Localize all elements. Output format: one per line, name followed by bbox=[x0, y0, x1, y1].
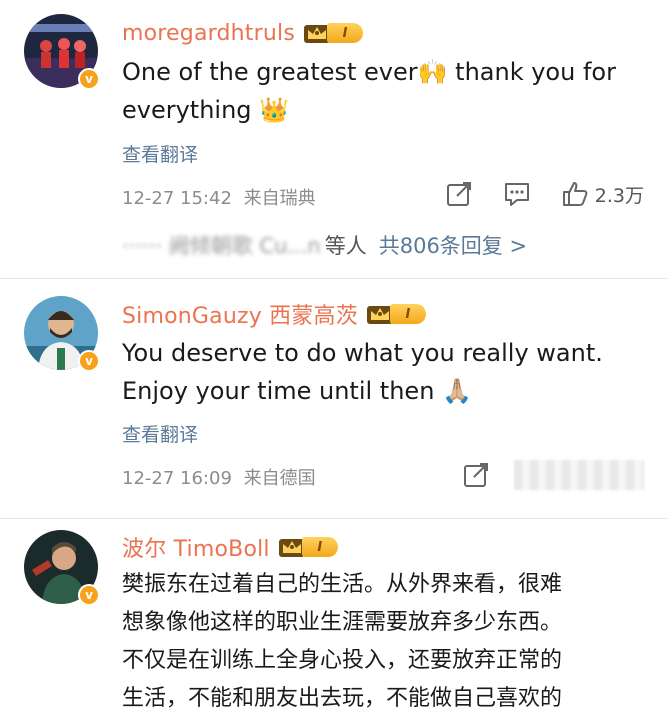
blurred-actions bbox=[514, 460, 644, 490]
share-icon[interactable] bbox=[462, 461, 490, 489]
comment-icon[interactable] bbox=[503, 180, 531, 208]
vip-level: I bbox=[301, 537, 338, 557]
comment-text-line: 想象像他这样的职业生涯需要放弃多少东西。 bbox=[122, 610, 563, 635]
username[interactable]: SimonGauzy 西蒙高茨 bbox=[122, 298, 358, 330]
comment-text: 樊振东在过着自己的生活。从外界来看，很难 想象像他这样的职业生涯需要放弃多少东西… bbox=[122, 566, 652, 716]
comment-text: You deserve to do what you really want. … bbox=[122, 334, 652, 410]
like-count: 2.3万 bbox=[594, 184, 644, 207]
comment-text-line: 生活，不能和朋友出去玩，不能做自己喜欢的 bbox=[122, 686, 563, 711]
timestamp: 12-27 16:09 bbox=[122, 468, 232, 489]
divider bbox=[0, 278, 668, 279]
like-icon[interactable] bbox=[561, 180, 589, 208]
vip-badge[interactable]: I bbox=[278, 535, 338, 559]
reply-user-names[interactable]: ······ 阙倾朝歌 Cu...n bbox=[122, 230, 321, 260]
vip-badge[interactable]: I bbox=[366, 302, 426, 326]
username[interactable]: 波尔 TimoBoll bbox=[122, 531, 270, 563]
comment-text-line: 不仅是在训练上全身心投入，还要放弃正常的 bbox=[122, 648, 563, 673]
location: 来自德国 bbox=[243, 468, 316, 489]
comment-text: One of the greatest ever🙌 thank you for … bbox=[122, 53, 652, 129]
comment-text-line: everything 👑 bbox=[122, 96, 290, 124]
comment-text-line: 樊振东在过着自己的生活。从外界来看，很难 bbox=[122, 572, 563, 597]
translate-link[interactable]: 查看翻译 bbox=[122, 140, 198, 167]
comment-text-line: One of the greatest ever🙌 thank you for bbox=[122, 58, 616, 86]
username[interactable]: moregardhtruls bbox=[122, 21, 295, 46]
timestamp: 12-27 15:42 bbox=[122, 188, 232, 209]
divider bbox=[0, 518, 668, 519]
verified-badge-icon: v bbox=[78, 584, 100, 606]
vip-level: I bbox=[389, 304, 426, 324]
location: 来自瑞典 bbox=[243, 188, 316, 209]
comment-text-line: You deserve to do what you really want. bbox=[122, 339, 603, 367]
view-replies-link[interactable]: 共806条回复 > bbox=[379, 230, 527, 260]
reply-suffix: 等人 bbox=[324, 234, 367, 258]
vip-level: I bbox=[327, 23, 363, 43]
vip-badge[interactable]: I bbox=[303, 21, 363, 45]
translate-link[interactable]: 查看翻译 bbox=[122, 420, 198, 447]
comment-text-line: Enjoy your time until then 🙏🏼 bbox=[122, 377, 472, 405]
verified-badge-icon: v bbox=[78, 68, 100, 90]
verified-badge-icon: v bbox=[78, 350, 100, 372]
share-icon[interactable] bbox=[445, 180, 473, 208]
